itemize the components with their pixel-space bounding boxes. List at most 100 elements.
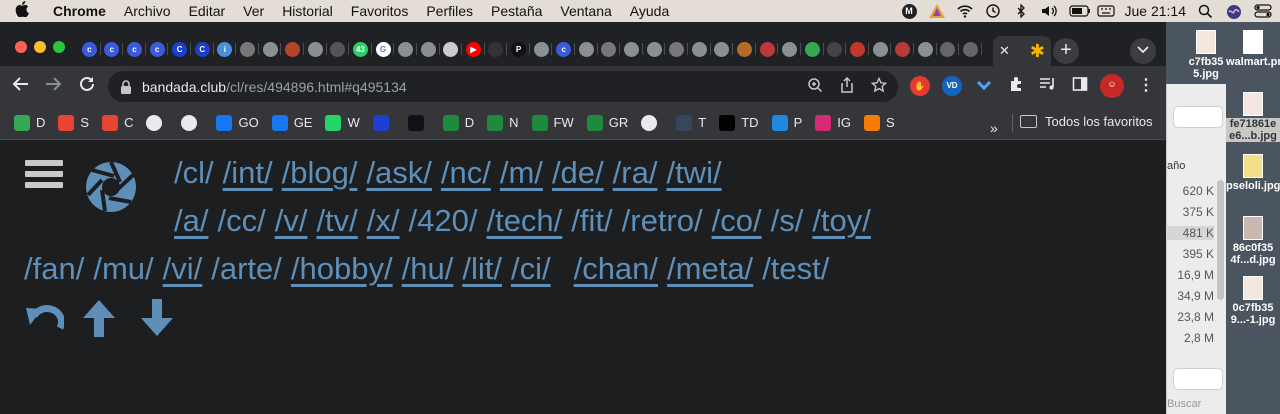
browser-tab[interactable]: [801, 38, 824, 60]
ublock-extension-icon[interactable]: ✋: [910, 76, 930, 96]
browser-tab[interactable]: [304, 38, 327, 60]
board-link[interactable]: /retro/: [622, 203, 703, 239]
browser-tab[interactable]: [259, 38, 282, 60]
browser-tab[interactable]: [891, 38, 914, 60]
menu-perfiles[interactable]: Perfiles: [417, 3, 482, 19]
finder-size-column-header[interactable]: año: [1167, 160, 1185, 172]
bookmark-item[interactable]: D: [14, 114, 45, 131]
board-link[interactable]: /test/: [762, 251, 829, 287]
bookmark-item[interactable]: IG: [815, 114, 851, 131]
browser-tab[interactable]: [394, 38, 417, 60]
board-link[interactable]: /arte/: [211, 251, 282, 287]
bookmarks-overflow-button[interactable]: »: [990, 120, 998, 136]
bookmark-item[interactable]: C: [102, 114, 133, 131]
new-tab-button[interactable]: +: [1053, 38, 1079, 64]
extensions-puzzle-icon[interactable]: [1006, 76, 1026, 96]
control-center-icon[interactable]: [1254, 4, 1272, 18]
wifi-icon[interactable]: [956, 4, 973, 18]
close-tab-icon[interactable]: ✕: [999, 43, 1010, 59]
board-link[interactable]: /tv/: [316, 203, 357, 239]
desktop-file-selected[interactable]: fe71861e e6...b.jpg: [1226, 92, 1280, 142]
board-link[interactable]: /ci/: [511, 251, 551, 287]
board-link[interactable]: /hobby/: [291, 251, 393, 287]
browser-tab[interactable]: c: [101, 38, 124, 60]
browser-tab[interactable]: [688, 38, 711, 60]
board-link[interactable]: /ask/: [366, 155, 431, 191]
board-link[interactable]: /fit/: [571, 203, 612, 239]
menu-ventana[interactable]: Ventana: [551, 3, 620, 19]
browser-tab[interactable]: [643, 38, 666, 60]
active-tab[interactable]: ✕ ✱: [993, 36, 1051, 66]
bookmark-item[interactable]: [146, 114, 168, 131]
browser-tab[interactable]: C: [191, 38, 214, 60]
bookmark-item[interactable]: S: [863, 114, 895, 131]
browser-tab[interactable]: [869, 38, 892, 60]
bookmark-item[interactable]: P: [771, 114, 802, 131]
browser-tab[interactable]: c: [552, 38, 575, 60]
hamburger-menu-icon[interactable]: [25, 160, 63, 192]
keyboard-icon[interactable]: [1096, 4, 1115, 18]
browser-tab[interactable]: G: [372, 38, 395, 60]
browser-tab[interactable]: c: [123, 38, 146, 60]
browser-tab[interactable]: [959, 38, 982, 60]
menu-editar[interactable]: Editar: [180, 3, 235, 19]
board-link[interactable]: /twi/: [666, 155, 721, 191]
bookmark-item[interactable]: D: [442, 114, 474, 131]
bookmark-item[interactable]: W: [325, 114, 360, 131]
bookmark-item[interactable]: [181, 114, 203, 131]
board-link[interactable]: /lit/: [462, 251, 502, 287]
browser-tab[interactable]: [914, 38, 937, 60]
browser-tab[interactable]: [417, 38, 440, 60]
board-link[interactable]: /vi/: [163, 251, 203, 287]
browser-tab[interactable]: [281, 38, 304, 60]
finder-toolbar-field[interactable]: [1173, 106, 1223, 128]
board-link[interactable]: /chan/: [574, 251, 658, 287]
bookmark-item[interactable]: GR: [586, 114, 628, 131]
board-link[interactable]: /mu/: [93, 251, 153, 287]
browser-tab[interactable]: [733, 38, 756, 60]
bookmark-item[interactable]: [641, 114, 663, 131]
tab-search-button[interactable]: [1130, 38, 1156, 64]
board-link[interactable]: /v/: [275, 203, 308, 239]
finder-search-field[interactable]: [1173, 368, 1223, 390]
bookmark-item[interactable]: FW: [531, 114, 574, 131]
board-link[interactable]: /s/: [771, 203, 804, 239]
scroll-to-top-arrow-icon[interactable]: [82, 298, 120, 338]
vd-extension-icon[interactable]: VD: [942, 76, 962, 96]
maximize-window-button[interactable]: [53, 41, 65, 53]
browser-tab[interactable]: [598, 38, 621, 60]
apple-menu-icon[interactable]: [0, 0, 44, 22]
browser-tab[interactable]: [665, 38, 688, 60]
browser-tab[interactable]: [937, 38, 960, 60]
siri-icon[interactable]: [1226, 4, 1242, 19]
browser-tab[interactable]: c: [78, 38, 101, 60]
reload-button[interactable]: [76, 75, 98, 97]
board-link[interactable]: /420/: [409, 203, 478, 239]
bookmark-item[interactable]: TD: [719, 114, 759, 131]
board-link[interactable]: /ra/: [613, 155, 658, 191]
desktop-file[interactable]: walmart.png: [1226, 30, 1280, 68]
minimize-window-button[interactable]: [34, 41, 46, 53]
zoom-icon[interactable]: [806, 77, 824, 95]
site-logo-aperture-icon[interactable]: [84, 160, 140, 216]
media-controls-icon[interactable]: [1038, 76, 1058, 96]
menu-pestana[interactable]: Pestaña: [482, 3, 551, 19]
menu-ayuda[interactable]: Ayuda: [621, 3, 678, 19]
board-link[interactable]: /int/: [223, 155, 273, 191]
url-text[interactable]: bandada.club/cl/res/494896.html#q495134: [142, 79, 407, 95]
bookmark-item[interactable]: T: [676, 114, 706, 131]
menu-app-name[interactable]: Chrome: [44, 3, 115, 19]
board-link[interactable]: /fan/: [24, 251, 84, 287]
desktop-file[interactable]: 0c7fb35 9...-1.jpg: [1226, 276, 1280, 326]
board-link[interactable]: /de/: [552, 155, 604, 191]
volume-icon[interactable]: [1041, 4, 1057, 18]
menu-favoritos[interactable]: Favoritos: [342, 3, 418, 19]
board-link[interactable]: /toy/: [812, 203, 871, 239]
browser-tab[interactable]: [756, 38, 779, 60]
board-link[interactable]: /m/: [500, 155, 543, 191]
colorful-app-icon[interactable]: [928, 4, 945, 18]
bookmark-item[interactable]: [372, 114, 395, 131]
desktop-file[interactable]: 86c0f35 4f...d.jpg: [1226, 216, 1280, 266]
bookmark-item[interactable]: N: [487, 114, 519, 131]
browser-tab[interactable]: [575, 38, 598, 60]
